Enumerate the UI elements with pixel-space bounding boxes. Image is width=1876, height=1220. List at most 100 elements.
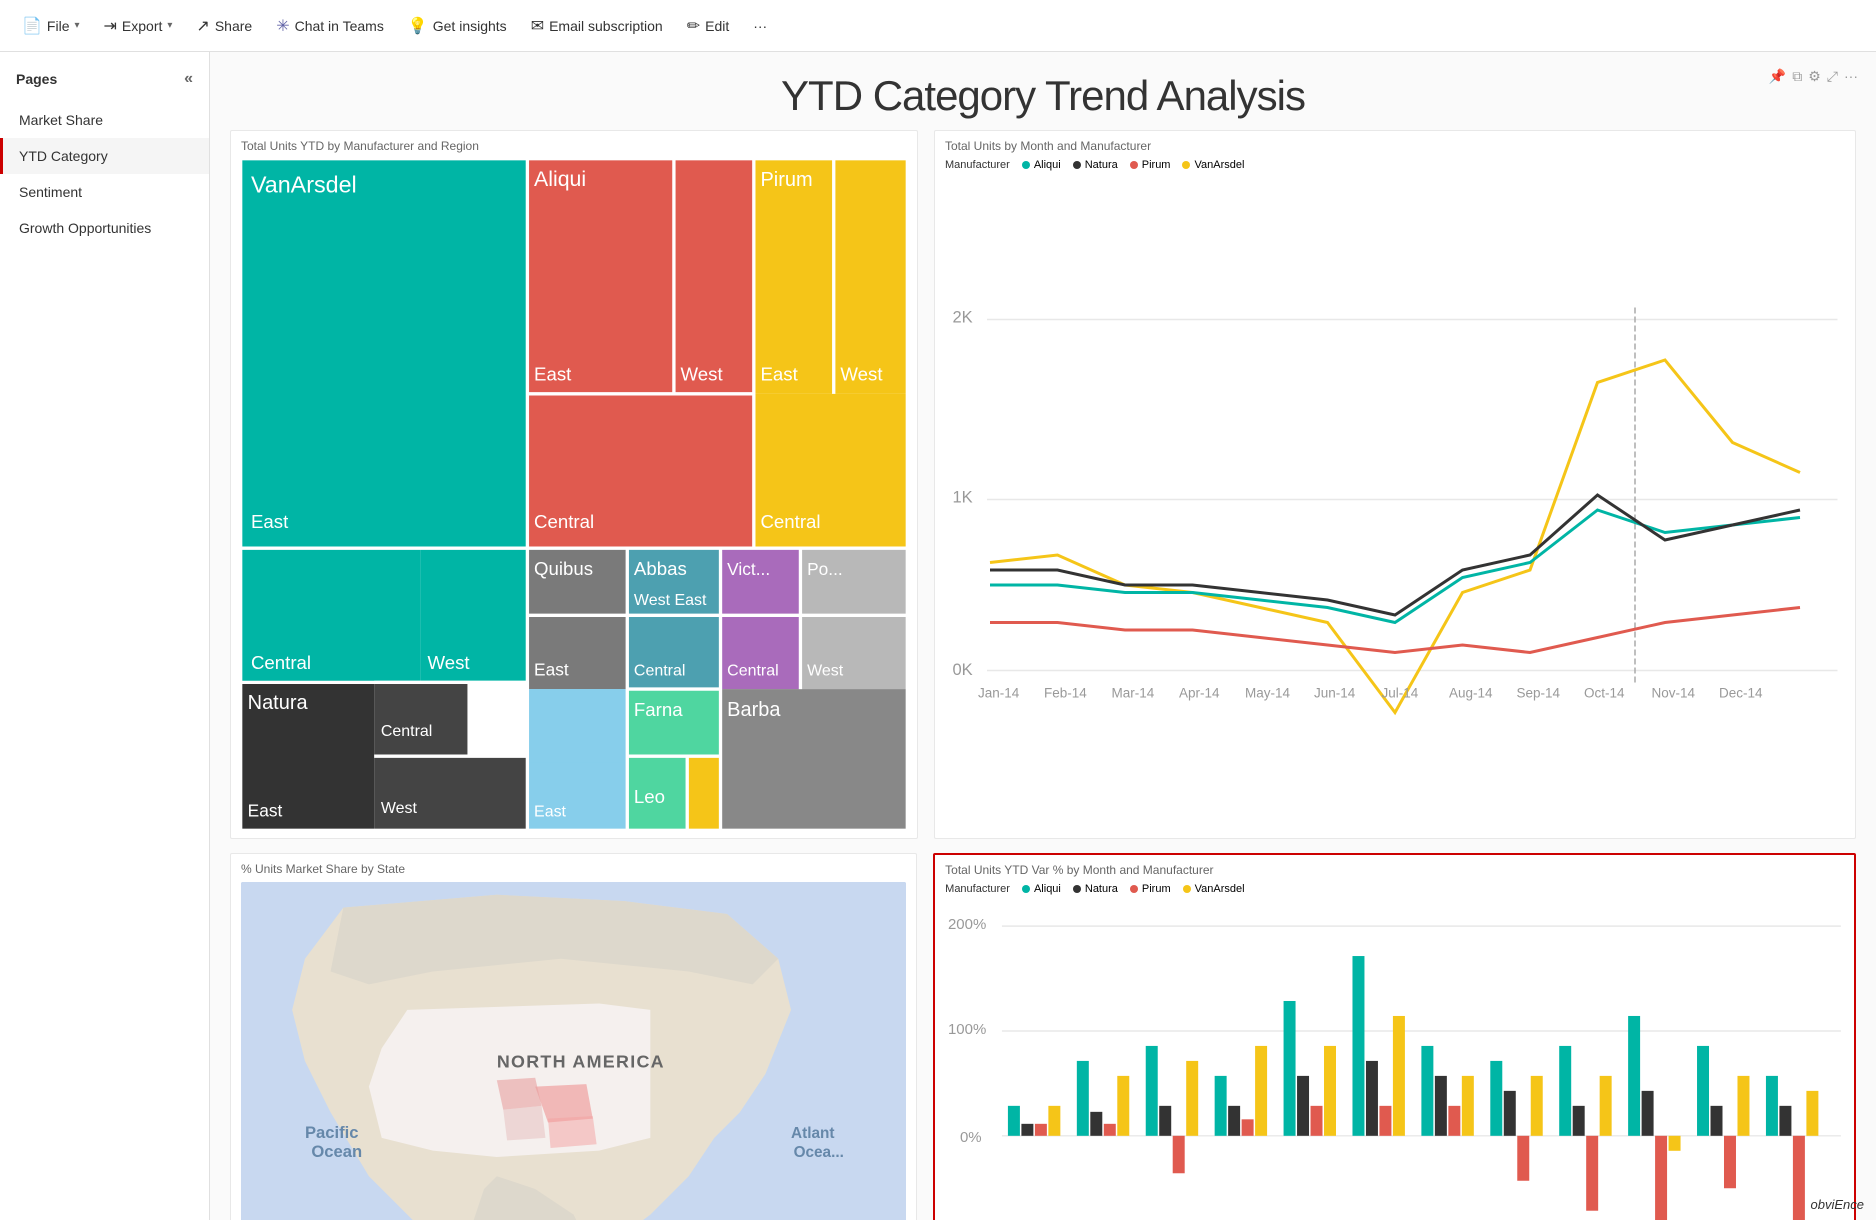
more-options-icon[interactable]: ··· xyxy=(1844,68,1858,85)
bar-jun-aliqui[interactable] xyxy=(1353,956,1365,1136)
treemap-title: Total Units YTD by Manufacturer and Regi… xyxy=(241,139,907,153)
expand-icon[interactable]: ⤢ xyxy=(1827,68,1838,85)
toolbar-get-insights[interactable]: 💡 Get insights xyxy=(398,10,517,42)
bar-jul-pirum[interactable] xyxy=(1449,1106,1461,1136)
treemap-cell-natura-central[interactable] xyxy=(374,682,467,756)
sidebar-item-market-share[interactable]: Market Share xyxy=(0,102,209,138)
y-bar-0: 0% xyxy=(960,1129,982,1146)
bar-aug-pirum[interactable] xyxy=(1517,1136,1529,1181)
bar-dec-pirum[interactable] xyxy=(1793,1136,1805,1220)
bar-may-vanarsdel[interactable] xyxy=(1324,1046,1336,1136)
bar-sep-pirum[interactable] xyxy=(1586,1136,1598,1211)
treemap-label-east2: East xyxy=(534,363,572,384)
bar-feb-natura[interactable] xyxy=(1090,1112,1102,1136)
treemap-cell-pirum-west[interactable] xyxy=(834,159,907,394)
bar-oct-natura[interactable] xyxy=(1642,1091,1654,1136)
vanarsdel-dot xyxy=(1182,161,1190,169)
bar-mar-natura[interactable] xyxy=(1159,1106,1171,1136)
bar-feb-aliqui[interactable] xyxy=(1077,1061,1089,1136)
line-chart-panel: Total Units by Month and Manufacturer Ma… xyxy=(934,130,1856,839)
toolbar-edit[interactable]: ✏ Edit xyxy=(677,10,740,42)
treemap-cell-pirum-east[interactable] xyxy=(754,159,834,394)
more-label: ··· xyxy=(753,18,767,34)
y-label-1k: 1K xyxy=(953,489,973,507)
toolbar-more[interactable]: ··· xyxy=(743,12,777,40)
bar-nov-aliqui[interactable] xyxy=(1697,1046,1709,1136)
toolbar-chat-teams[interactable]: ✳ Chat in Teams xyxy=(266,10,394,42)
bar-aug-aliqui[interactable] xyxy=(1490,1061,1502,1136)
bar-apr-natura[interactable] xyxy=(1228,1106,1240,1136)
bar-mar-aliqui[interactable] xyxy=(1146,1046,1158,1136)
treemap-label-east3: East xyxy=(760,363,798,384)
bar-sep-aliqui[interactable] xyxy=(1559,1046,1571,1136)
bar-oct-aliqui[interactable] xyxy=(1628,1016,1640,1136)
treemap-label-east4: East xyxy=(534,660,569,680)
page-title: YTD Category Trend Analysis xyxy=(210,52,1876,130)
bar-jun-vanarsdel[interactable] xyxy=(1393,1016,1405,1136)
treemap-label-aliqui: Aliqui xyxy=(534,167,586,191)
bar-sep-natura[interactable] xyxy=(1573,1106,1585,1136)
get-insights-label: Get insights xyxy=(433,18,507,34)
bar-nov-vanarsdel[interactable] xyxy=(1738,1076,1750,1136)
bar-dec-vanarsdel[interactable] xyxy=(1807,1091,1819,1136)
bar-jan-natura[interactable] xyxy=(1022,1124,1034,1136)
bar-apr-vanarsdel[interactable] xyxy=(1255,1046,1267,1136)
sidebar-item-ytd-category[interactable]: YTD Category xyxy=(0,138,209,174)
bar-may-pirum[interactable] xyxy=(1311,1106,1323,1136)
treemap-cell-vanarsdel-east[interactable] xyxy=(241,159,527,548)
bar-jan-pirum[interactable] xyxy=(1035,1124,1047,1136)
filter-icon[interactable]: ⚙ xyxy=(1808,68,1821,85)
sidebar-item-growth-opportunities[interactable]: Growth Opportunities xyxy=(0,210,209,246)
toolbar-share[interactable]: ↗ Share xyxy=(186,10,262,42)
bar-jan-aliqui[interactable] xyxy=(1008,1106,1020,1136)
treemap-cell-aliqui-east[interactable] xyxy=(527,159,674,394)
line-chart-area: 2K 1K 0K xyxy=(945,175,1845,830)
bar-may-aliqui[interactable] xyxy=(1284,1001,1296,1136)
legend-vanarsdel: VanArsdel xyxy=(1182,159,1244,171)
treemap-label-central5: Central xyxy=(727,662,778,680)
bar-jun-natura[interactable] xyxy=(1366,1061,1378,1136)
chat-teams-label: Chat in Teams xyxy=(295,18,384,34)
toolbar-email-subscription[interactable]: ✉ Email subscription xyxy=(521,10,673,42)
treemap-cell-aliqui-west[interactable] xyxy=(674,159,754,394)
bar-nov-pirum[interactable] xyxy=(1724,1136,1736,1188)
treemap-label-po: Po... xyxy=(807,559,843,579)
toolbar-file[interactable]: 📄 File ▾ xyxy=(12,10,90,42)
bar-feb-pirum[interactable] xyxy=(1104,1124,1116,1136)
bar-jul-aliqui[interactable] xyxy=(1422,1046,1434,1136)
bar-may-natura[interactable] xyxy=(1297,1076,1309,1136)
treemap-cell-small-yellow[interactable] xyxy=(687,756,720,830)
sidebar-collapse-button[interactable]: « xyxy=(184,70,193,88)
bar-oct-vanarsdel[interactable] xyxy=(1669,1136,1681,1151)
bar-mar-vanarsdel[interactable] xyxy=(1186,1061,1198,1136)
bar-feb-vanarsdel[interactable] xyxy=(1117,1076,1129,1136)
file-icon: 📄 xyxy=(22,16,42,36)
export-label: Export xyxy=(122,18,162,34)
bar-dec-natura[interactable] xyxy=(1780,1106,1792,1136)
share-label: Share xyxy=(215,18,252,34)
bar-jul-vanarsdel[interactable] xyxy=(1462,1076,1474,1136)
bar-oct-pirum[interactable] xyxy=(1655,1136,1667,1220)
bar-dec-aliqui[interactable] xyxy=(1766,1076,1778,1136)
sidebar-item-sentiment[interactable]: Sentiment xyxy=(0,174,209,210)
bar-sep-vanarsdel[interactable] xyxy=(1600,1076,1612,1136)
line-chart-svg: 2K 1K 0K xyxy=(945,175,1845,830)
bar-nov-natura[interactable] xyxy=(1711,1106,1723,1136)
bar-jul-natura[interactable] xyxy=(1435,1076,1447,1136)
bar-mar-pirum[interactable] xyxy=(1173,1136,1185,1173)
treemap-label-quibus: Quibus xyxy=(534,558,593,579)
toolbar-export[interactable]: ⇥ Export ▾ xyxy=(94,10,183,42)
bar-aug-natura[interactable] xyxy=(1504,1091,1516,1136)
x-label-jun: Jun-14 xyxy=(1314,686,1356,701)
duplicate-icon[interactable]: ⧉ xyxy=(1792,68,1802,85)
treemap-cell-natura-west[interactable] xyxy=(374,756,527,830)
page-chart-toolbar: 📌 ⧉ ⚙ ⤢ ··· xyxy=(1769,68,1858,85)
line-chart-legend: Manufacturer Aliqui Natura Pirum xyxy=(945,159,1845,171)
pin-icon[interactable]: 📌 xyxy=(1769,68,1786,85)
bar-apr-aliqui[interactable] xyxy=(1215,1076,1227,1136)
bar-jun-pirum[interactable] xyxy=(1380,1106,1392,1136)
bar-jan-vanarsdel[interactable] xyxy=(1049,1106,1061,1136)
bar-apr-pirum[interactable] xyxy=(1242,1119,1254,1135)
map-title: % Units Market Share by State xyxy=(241,862,906,876)
bar-aug-vanarsdel[interactable] xyxy=(1531,1076,1543,1136)
